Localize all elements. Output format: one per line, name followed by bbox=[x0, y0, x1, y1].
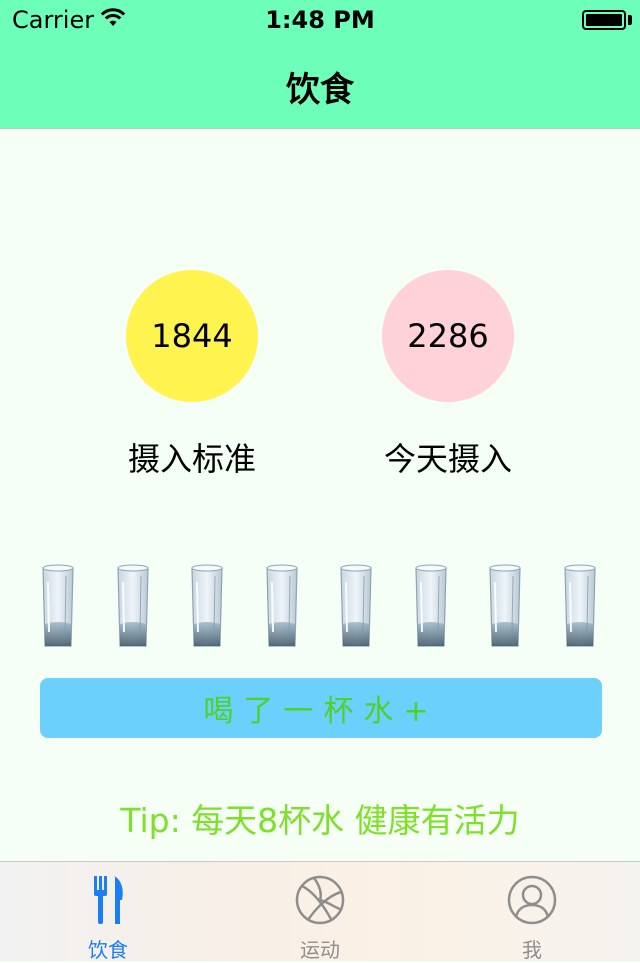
tip-text: Tip: 每天8杯水 健康有活力 bbox=[120, 801, 520, 840]
battery-icon bbox=[582, 10, 626, 30]
intake-today-circle: 2286 bbox=[382, 270, 514, 402]
water-glass-icon bbox=[266, 564, 298, 647]
water-glass-icon bbox=[564, 564, 596, 647]
tab-sport-label: 运动 bbox=[300, 938, 340, 962]
person-icon bbox=[507, 875, 557, 925]
tab-bar: 饮食 运动 我 bbox=[0, 861, 640, 962]
water-glass-icon bbox=[340, 564, 372, 647]
tab-diet-label: 饮食 bbox=[88, 938, 128, 962]
water-glass-icon bbox=[191, 564, 223, 647]
intake-standard-value: 1844 bbox=[151, 317, 233, 355]
water-glass-icon bbox=[489, 564, 521, 647]
page-title: 饮食 bbox=[286, 70, 354, 110]
intake-today-value: 2286 bbox=[407, 317, 489, 355]
clock: 1:48 PM bbox=[265, 6, 375, 34]
intake-today-label: 今天摄入 bbox=[383, 440, 512, 478]
water-glass-icon bbox=[117, 564, 149, 647]
basketball-icon bbox=[295, 875, 345, 925]
water-glass-icon bbox=[415, 564, 447, 647]
navigation-bar: 饮食 bbox=[0, 40, 640, 129]
tab-me[interactable]: 我 bbox=[472, 862, 592, 962]
fork-knife-icon bbox=[94, 876, 123, 924]
tab-diet[interactable]: 饮食 bbox=[48, 862, 168, 962]
tab-sport[interactable]: 运动 bbox=[260, 862, 380, 962]
water-glass-icon bbox=[42, 564, 74, 647]
intake-standard-circle: 1844 bbox=[126, 270, 258, 402]
status-bar: Carrier 1:48 PM bbox=[0, 0, 640, 40]
drink-water-button[interactable]: 喝了一杯水+ bbox=[40, 678, 602, 738]
battery-tip bbox=[628, 15, 632, 25]
tab-me-label: 我 bbox=[522, 938, 542, 962]
intake-standard-label: 摄入标准 bbox=[127, 440, 256, 478]
